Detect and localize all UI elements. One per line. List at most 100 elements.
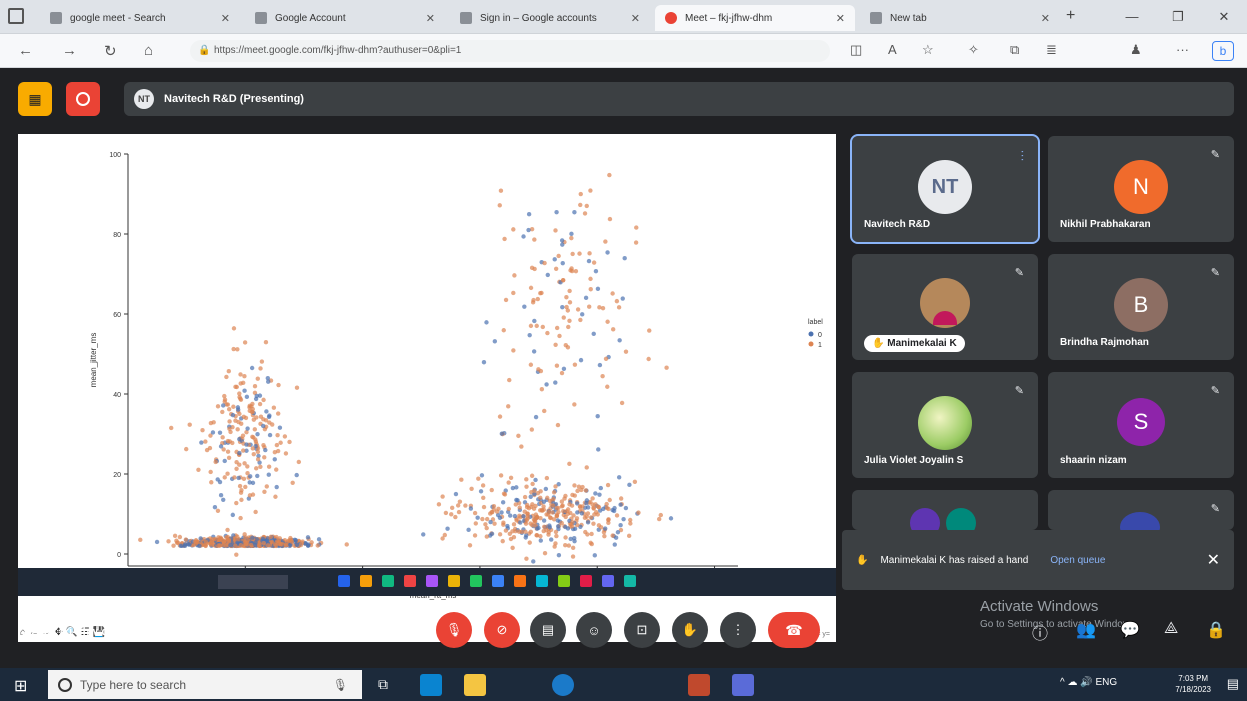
scatter-point: [541, 518, 547, 523]
participant-tile[interactable]: ✎ ✋ Manimekalai K: [852, 254, 1038, 360]
tab-3[interactable]: Meet – fkj-jfhw-dhm ✕: [655, 5, 855, 31]
participant-tile-partial[interactable]: [852, 490, 1038, 530]
powerpoint-icon[interactable]: [688, 674, 710, 696]
present-icon: ⊡: [636, 622, 648, 637]
scatter-point: [459, 477, 464, 482]
scatter-point: [287, 439, 292, 445]
menu-icon[interactable]: ···: [1176, 42, 1189, 57]
scatter-point: [532, 318, 537, 324]
raise-hand-button[interactable]: ✋: [672, 612, 708, 648]
host-controls-icon[interactable]: 🔒: [1206, 620, 1226, 640]
read-aloud-icon[interactable]: A: [888, 42, 897, 57]
file-explorer-icon[interactable]: [464, 674, 486, 696]
edge-app-icon[interactable]: [420, 674, 442, 696]
open-queue-link[interactable]: Open queue: [1050, 555, 1105, 566]
close-icon[interactable]: ✕: [221, 12, 230, 25]
url-field[interactable]: 🔒 https://meet.google.com/fkj-jfhw-dhm?au…: [190, 40, 830, 62]
close-window-icon[interactable]: ✕: [1201, 0, 1247, 34]
back-icon[interactable]: ←: [18, 42, 33, 59]
scatter-point: [178, 543, 184, 549]
tab-4[interactable]: New tab ✕: [860, 5, 1060, 31]
restore-icon[interactable]: ❐: [1155, 0, 1201, 34]
scatter-point: [217, 543, 223, 548]
home-icon[interactable]: ⌂: [144, 42, 153, 59]
reactions-button[interactable]: ☺: [576, 612, 612, 648]
chat-icon[interactable]: 💬: [1120, 620, 1140, 640]
people-icon[interactable]: 👥: [1076, 620, 1096, 640]
tab-1[interactable]: Google Account ✕: [245, 5, 445, 31]
internet-explorer-icon[interactable]: [552, 674, 574, 696]
participant-name: Navitech R&D: [864, 219, 931, 230]
windows-start-icon[interactable]: ⊞: [14, 676, 27, 696]
scatter-point: [247, 408, 252, 414]
favorite-icon[interactable]: ☆: [922, 42, 934, 58]
taskbar-search[interactable]: Type here to search 🎙: [48, 670, 362, 699]
tab-2[interactable]: Sign in – Google accounts ✕: [450, 5, 650, 31]
participant-tile[interactable]: ✎ S shaarin nizam: [1048, 372, 1234, 478]
scatter-point: [245, 464, 250, 469]
present-button[interactable]: ⊡: [624, 612, 660, 648]
scatter-point: [481, 495, 486, 500]
scatter-point: [463, 503, 468, 508]
scatter-point: [234, 500, 239, 506]
close-icon[interactable]: ✕: [1041, 12, 1050, 25]
scatter-point: [529, 427, 535, 432]
captions-button[interactable]: ▤: [530, 612, 566, 648]
scatter-point: [647, 328, 652, 333]
more-options-button[interactable]: ⋮: [720, 612, 756, 648]
scatter-point: [240, 433, 246, 438]
scatter-point: [239, 488, 244, 493]
scatter-point: [174, 538, 179, 543]
leave-call-button[interactable]: ☎: [768, 612, 820, 648]
info-icon[interactable]: ⓘ: [1032, 620, 1048, 644]
close-toast-icon[interactable]: ✕: [1207, 550, 1220, 570]
scatter-point: [532, 237, 537, 242]
tab-0[interactable]: google meet - Search ✕: [40, 5, 240, 31]
extensions-icon[interactable]: ✧: [968, 42, 979, 58]
activities-button[interactable]: ▦: [18, 82, 52, 116]
scatter-point: [290, 480, 295, 486]
scatter-point: [590, 502, 595, 507]
close-icon[interactable]: ✕: [631, 12, 640, 25]
refresh-icon[interactable]: ↻: [104, 42, 117, 60]
scatter-point: [518, 520, 523, 525]
scatter-point: [579, 511, 585, 516]
tab-actions-icon[interactable]: [8, 8, 24, 24]
notification-icon[interactable]: ▤: [1227, 676, 1239, 692]
forward-icon[interactable]: →: [62, 42, 77, 59]
new-tab-icon: [870, 12, 882, 24]
favorites-icon[interactable]: ≣: [1046, 42, 1057, 58]
close-icon[interactable]: ✕: [426, 12, 435, 25]
scatter-point: [488, 519, 493, 525]
participant-tile[interactable]: ✎ N Nikhil Prabhakaran: [1048, 136, 1234, 242]
app-icon[interactable]: [732, 674, 754, 696]
camera-toggle-button[interactable]: ⊘: [484, 612, 520, 648]
recording-button[interactable]: [66, 82, 100, 116]
participant-tile[interactable]: ⫶ NT Navitech R&D: [850, 134, 1040, 244]
scatter-point: [242, 374, 247, 379]
scatter-point: [541, 499, 547, 504]
profile-icon[interactable]: ♟: [1130, 42, 1142, 58]
participant-tile[interactable]: ✎ B Brindha Rajmohan: [1048, 254, 1234, 360]
activities-icon[interactable]: ⟁: [1164, 620, 1178, 638]
scatter-point: [207, 445, 213, 451]
tray-icons[interactable]: ^ ☁ 🔊 ENG: [1060, 677, 1117, 688]
y-tick-label: 20: [113, 472, 121, 479]
camera-icon[interactable]: ◫: [850, 42, 862, 58]
scatter-point: [602, 533, 607, 539]
participant-tile-partial[interactable]: ✎: [1048, 490, 1234, 530]
participant-tile[interactable]: ✎ Julia Violet Joyalin S: [852, 372, 1038, 478]
mic-toggle-button[interactable]: 🎙: [436, 612, 472, 648]
scatter-point: [633, 240, 639, 245]
close-icon[interactable]: ✕: [836, 12, 845, 25]
taskbar-clock[interactable]: 7:03 PM 7/18/2023: [1175, 673, 1211, 695]
task-view-icon[interactable]: ⧉: [378, 676, 388, 693]
scatter-point: [453, 514, 458, 520]
new-tab-button[interactable]: +: [1066, 7, 1075, 25]
scatter-point: [569, 524, 575, 529]
scatter-point: [294, 542, 300, 547]
split-screen-icon[interactable]: ⧉: [1010, 42, 1019, 58]
scatter-point: [316, 537, 322, 542]
minimize-icon[interactable]: —: [1109, 0, 1155, 34]
bing-chat-icon[interactable]: b: [1212, 41, 1234, 61]
